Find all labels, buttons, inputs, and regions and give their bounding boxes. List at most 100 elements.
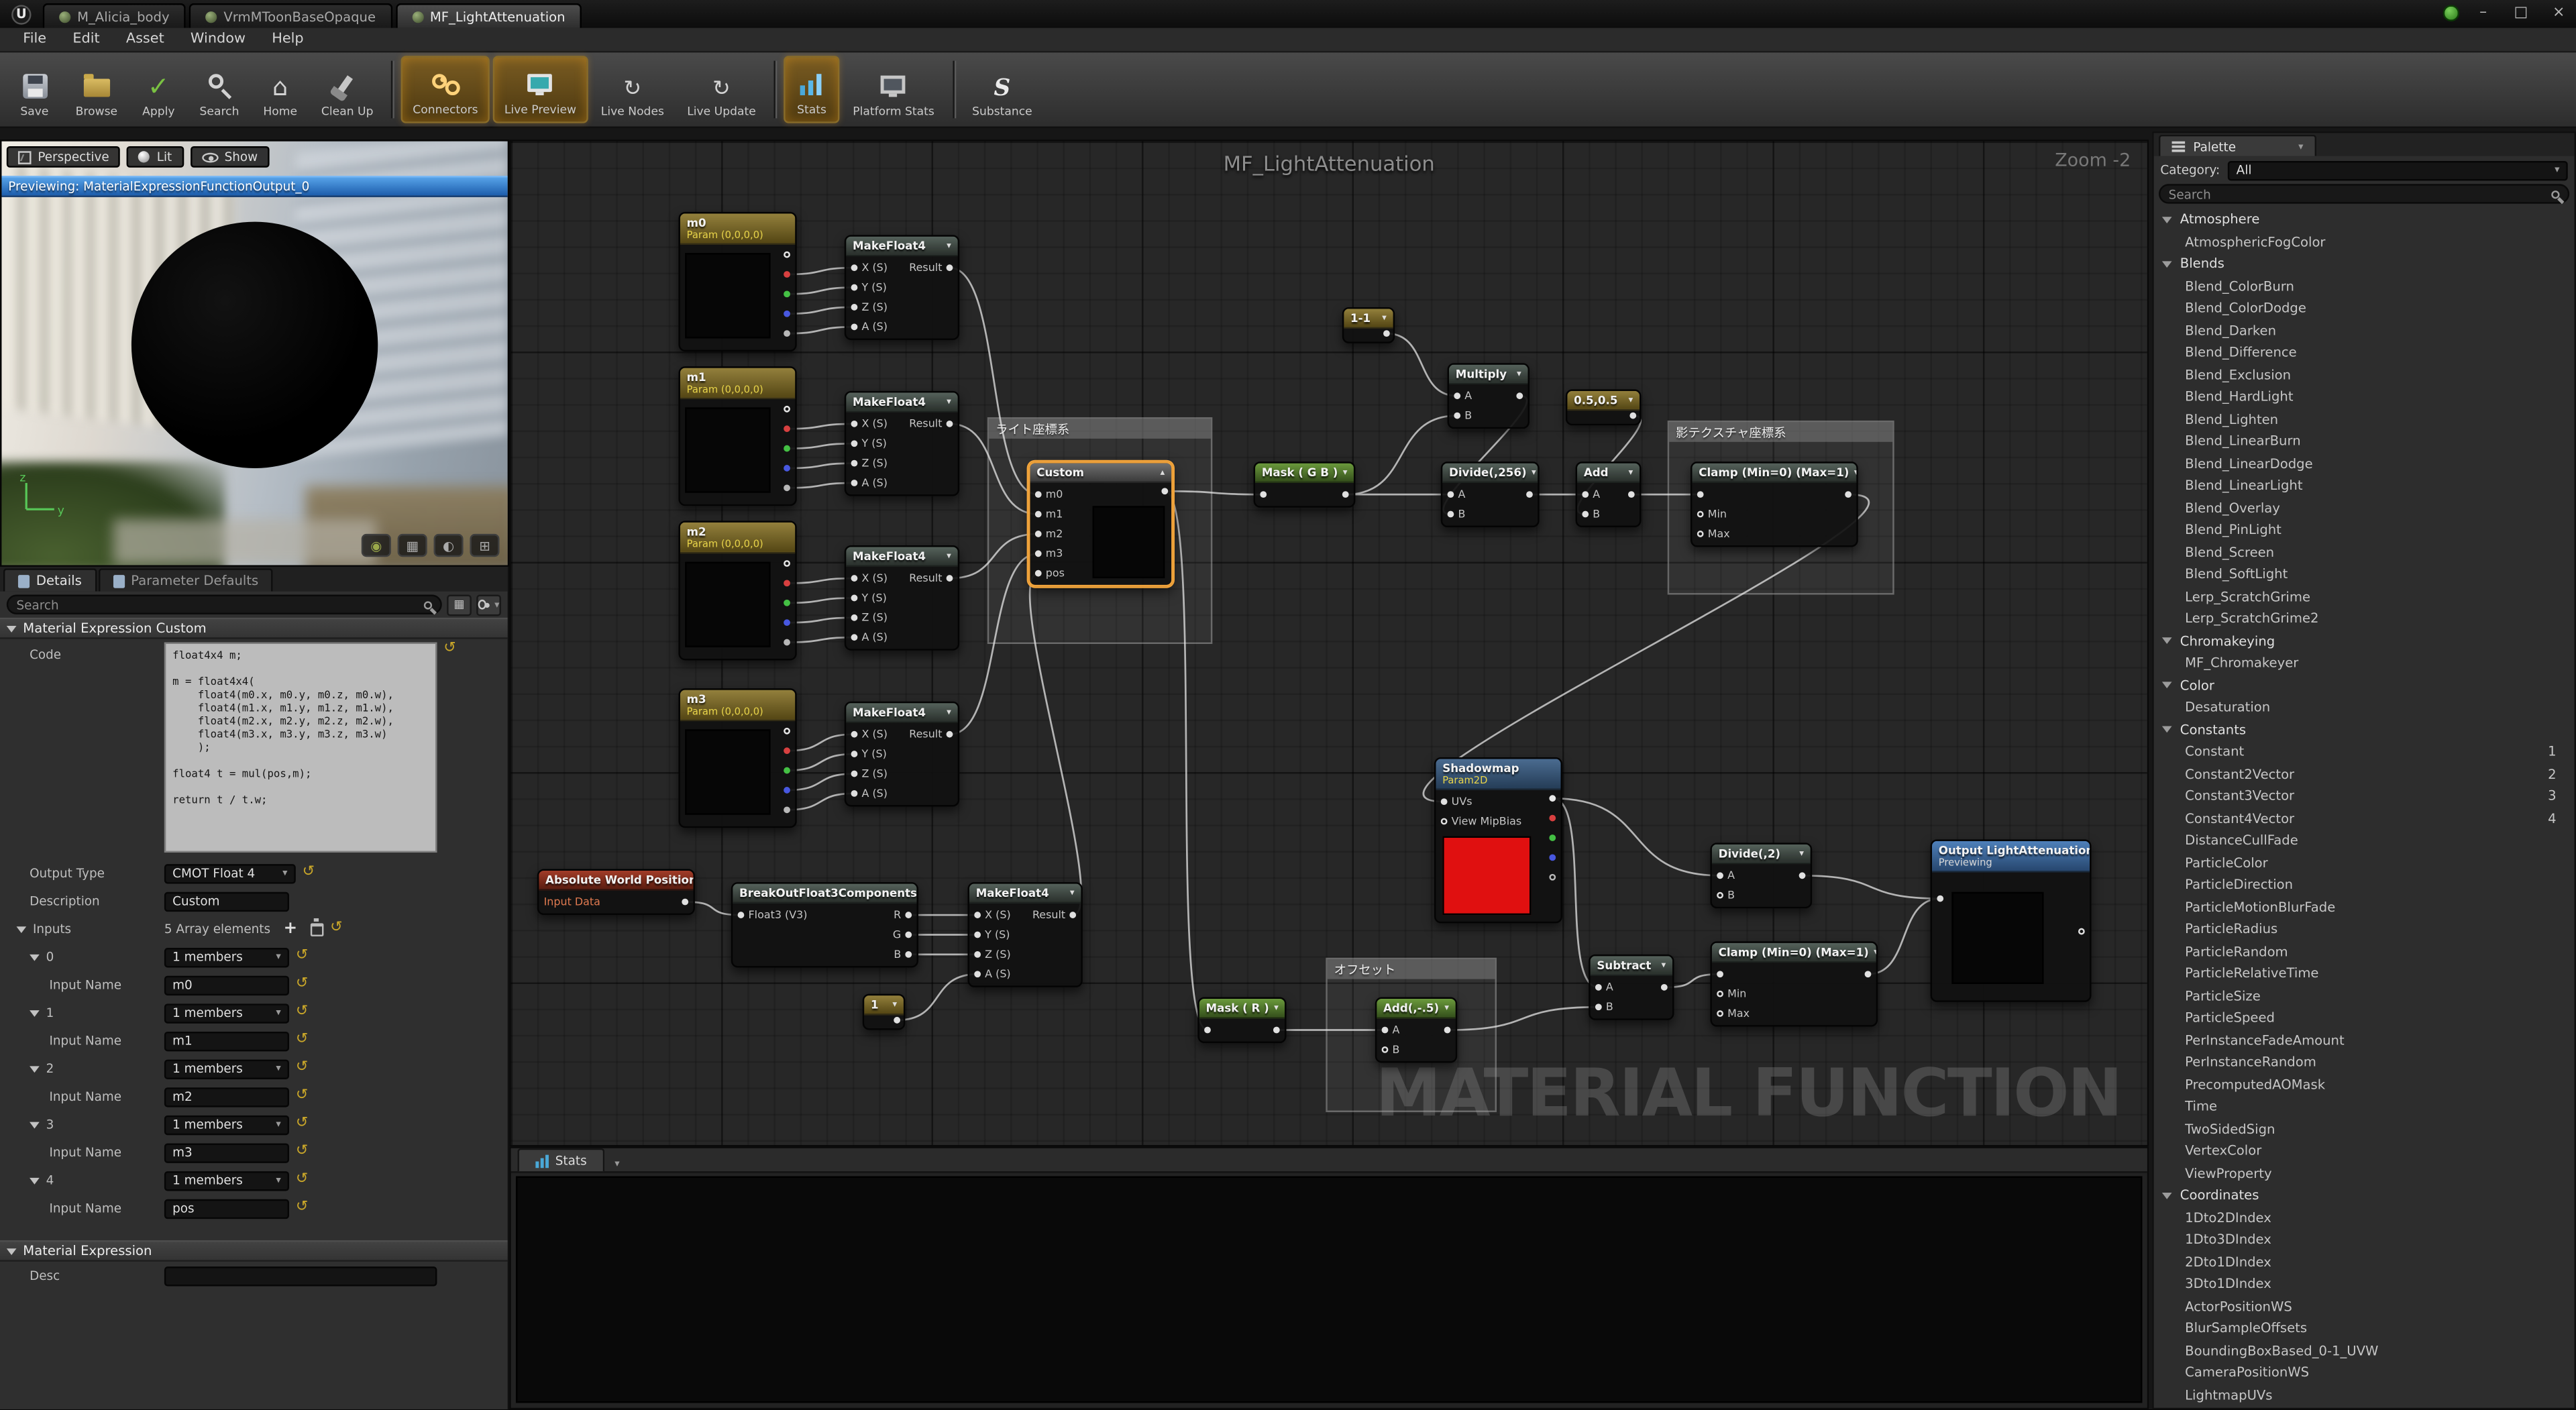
node-const-1-1[interactable]: 1-1▾ [1342, 307, 1395, 343]
output-pin[interactable] [947, 575, 953, 582]
input-pin[interactable] [1035, 550, 1042, 557]
output-pin[interactable] [1845, 491, 1851, 498]
wire[interactable] [1803, 875, 1941, 898]
palette-item-blend-colordodge[interactable]: Blend_ColorDodge [2154, 297, 2575, 319]
palette-item-perinstancefadeamount[interactable]: PerInstanceFadeAmount [2154, 1029, 2575, 1051]
property-matrix-button[interactable]: ▦ [447, 594, 472, 615]
palette-item-constant[interactable]: Constant1 [2154, 741, 2575, 763]
output-pin[interactable] [784, 639, 790, 646]
unreal-logo-icon[interactable]: U [0, 0, 43, 28]
output-pin[interactable] [784, 484, 790, 491]
palette-item-blend-pinlight[interactable]: Blend_PinLight [2154, 519, 2575, 541]
palette-item-camerapositionws[interactable]: CameraPositionWS [2154, 1362, 2575, 1384]
collapse-icon[interactable]: ▾ [1532, 468, 1536, 478]
members-dropdown[interactable]: 1 members▾ [164, 1171, 289, 1190]
minimize-button[interactable]: – [2469, 1, 2498, 23]
close-button[interactable]: × [2544, 1, 2573, 23]
menu-help[interactable]: Help [259, 32, 317, 48]
output-pin[interactable] [1549, 795, 1556, 802]
palette-group-coordinates[interactable]: Coordinates [2154, 1185, 2575, 1207]
node-m1[interactable]: m1Param (0,0,0,0) [678, 366, 796, 506]
reset-to-default-icon[interactable]: ↺ [296, 1117, 308, 1132]
toolbar-substance-button[interactable]: Substance [962, 56, 1042, 123]
input-pin[interactable] [851, 790, 858, 797]
collapse-icon[interactable]: ▾ [1661, 960, 1666, 970]
input-pin[interactable] [1035, 531, 1042, 537]
input-pin[interactable] [1697, 511, 1704, 518]
input-pin[interactable] [851, 575, 858, 582]
collapse-icon[interactable]: ▾ [1382, 313, 1387, 323]
output-pin[interactable] [784, 787, 790, 794]
node-makefloat4-1[interactable]: MakeFloat4▾X (S)ResultY (S)Z (S)A (S) [845, 235, 959, 340]
collapse-icon[interactable]: ▾ [1874, 947, 1876, 957]
section-material-expression[interactable]: Material Expression [0, 1240, 508, 1262]
input-pin[interactable] [1035, 511, 1042, 518]
description-field[interactable]: Custom [164, 891, 289, 911]
expander-icon[interactable] [16, 926, 26, 932]
palette-item-actorpositionws[interactable]: ActorPositionWS [2154, 1295, 2575, 1317]
reset-to-default-icon[interactable]: ↺ [296, 1173, 308, 1188]
menu-asset[interactable]: Asset [113, 32, 177, 48]
reset-to-default-icon[interactable]: ↺ [330, 922, 342, 936]
section-material-expression-custom[interactable]: Material Expression Custom [0, 618, 508, 639]
input-pin[interactable] [1595, 1004, 1602, 1010]
output-pin[interactable] [784, 560, 790, 567]
output-pin[interactable] [1526, 491, 1533, 498]
output-pin[interactable] [1273, 1027, 1280, 1034]
output-pin[interactable] [1161, 488, 1168, 494]
collapse-icon[interactable]: ▾ [1517, 369, 1521, 379]
node-clamp-2[interactable]: Clamp (Min=0) (Max=1)▾MinMax [1710, 941, 1878, 1026]
output-type-dropdown[interactable]: CMOT Float 4▾ [164, 863, 296, 883]
collapse-icon[interactable]: ▾ [892, 999, 897, 1010]
node-makefloat4-pos[interactable]: MakeFloat4▾X (S)ResultY (S)Z (S)A (S) [967, 882, 1082, 987]
palette-item-particleradius[interactable]: ParticleRadius [2154, 918, 2575, 940]
palette-item-desaturation[interactable]: Desaturation [2154, 696, 2575, 718]
editor-tab-vrmmtoonbaseopaque[interactable]: VrmMToonBaseOpaque [189, 3, 392, 28]
node-shadowmap[interactable]: ShadowmapParam2DUVsView MipBias [1434, 757, 1562, 923]
input-name-field[interactable]: pos [164, 1199, 289, 1218]
input-pin[interactable] [851, 480, 858, 486]
palette-item-1dto2dindex[interactable]: 1Dto2DIndex [2154, 1207, 2575, 1229]
desc-field[interactable] [164, 1266, 437, 1285]
input-pin[interactable] [851, 304, 858, 311]
input-name-field[interactable]: m2 [164, 1087, 289, 1106]
toolbar-home-button[interactable]: Home [252, 56, 308, 123]
tab-palette[interactable]: Palette ▾ [2159, 135, 2316, 156]
toolbar-connectors-button[interactable]: Connectors [401, 56, 490, 123]
input-pin[interactable] [1697, 491, 1704, 498]
palette-item-particlespeed[interactable]: ParticleSpeed [2154, 1007, 2575, 1029]
output-pin[interactable] [784, 747, 790, 754]
input-pin[interactable] [1582, 491, 1589, 498]
palette-item-blend-linearlight[interactable]: Blend_LinearLight [2154, 475, 2575, 497]
reset-to-default-icon[interactable]: ↺ [296, 1006, 308, 1020]
palette-item-blend-colorburn[interactable]: Blend_ColorBurn [2154, 275, 2575, 297]
node-worldpos[interactable]: Absolute World PositionInput Data [537, 869, 695, 916]
node-makefloat4-3[interactable]: MakeFloat4▾X (S)ResultY (S)Z (S)A (S) [845, 545, 959, 651]
input-name-field[interactable]: m1 [164, 1031, 289, 1050]
output-pin[interactable] [1865, 971, 1872, 977]
expander-icon[interactable] [30, 1121, 40, 1128]
node-mask-r[interactable]: Mask ( R )▾ [1197, 997, 1286, 1044]
output-pin[interactable] [784, 600, 790, 606]
input-pin[interactable] [1035, 491, 1042, 498]
input-pin[interactable] [1595, 984, 1602, 991]
palette-item-distancecullfade[interactable]: DistanceCullFade [2154, 830, 2575, 852]
output-pin[interactable] [1549, 874, 1556, 881]
palette-item-perinstancerandom[interactable]: PerInstanceRandom [2154, 1051, 2575, 1073]
output-pin[interactable] [784, 311, 790, 317]
input-pin[interactable] [851, 284, 858, 291]
node-makefloat4-2[interactable]: MakeFloat4▾X (S)ResultY (S)Z (S)A (S) [845, 391, 959, 496]
details-search-input[interactable]: Search [7, 595, 442, 614]
expander-icon[interactable] [30, 1065, 40, 1072]
palette-group-atmosphere[interactable]: Atmosphere [2154, 209, 2575, 231]
palette-group-constants[interactable]: Constants [2154, 718, 2575, 741]
output-pin[interactable] [784, 406, 790, 413]
tab-stats[interactable]: Stats [517, 1148, 604, 1171]
palette-item-constant4vector[interactable]: Constant4Vector4 [2154, 808, 2575, 830]
output-pin[interactable] [784, 252, 790, 258]
output-pin[interactable] [784, 806, 790, 813]
expander-icon[interactable] [30, 1010, 40, 1016]
input-pin[interactable] [1582, 511, 1589, 518]
toolbar-save-button[interactable]: Save [7, 56, 62, 123]
output-pin[interactable] [1383, 330, 1390, 337]
